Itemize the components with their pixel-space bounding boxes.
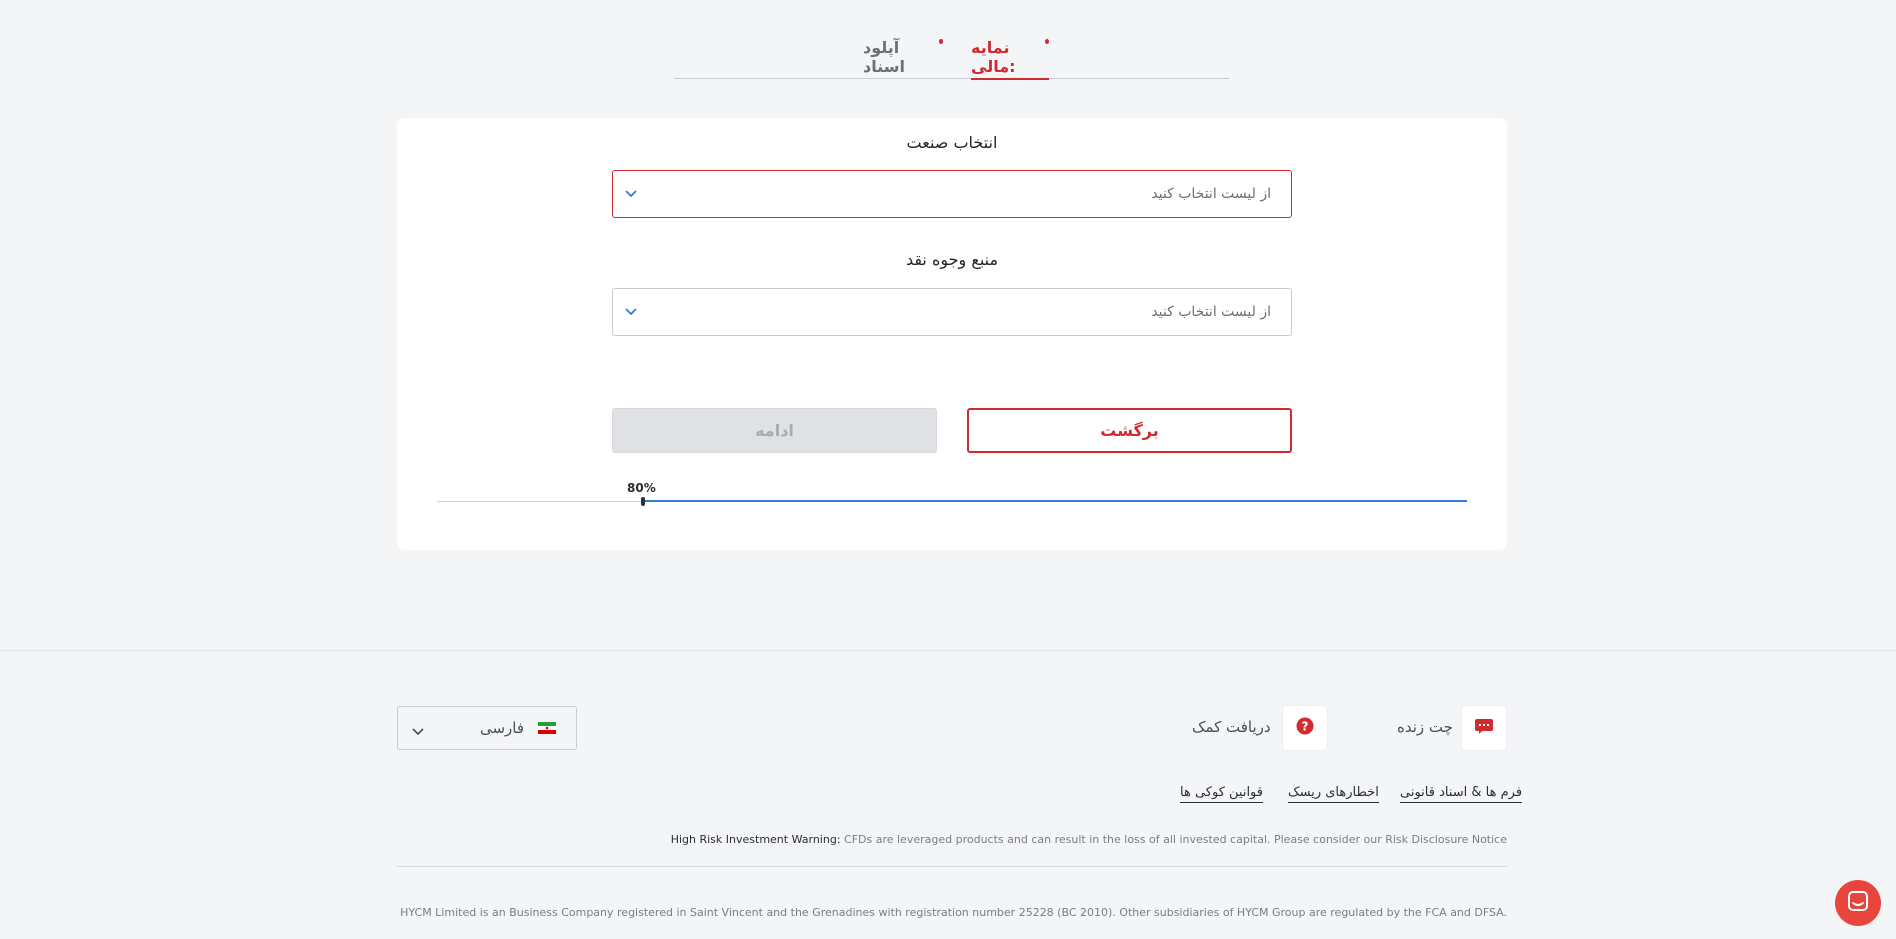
back-button[interactable]: برگشت [967,408,1292,453]
risk-warning-text: High Risk Investment Warning: CFDs are l… [671,833,1507,846]
progress-fill [643,500,1467,502]
tab-financial-label: نمایه مالی: [971,38,1016,76]
industry-select[interactable]: از لیست انتخاب کنید [612,170,1292,218]
svg-text:?: ? [1302,720,1309,734]
funds-source-label: منبع وجوه نقد [905,250,999,269]
company-disclosure-text: HYCM Limited is an Business Company regi… [400,906,1507,919]
chevron-down-icon [623,186,639,202]
live-chat-icon-button[interactable] [1462,706,1506,750]
form-card: انتخاب صنعت از لیست انتخاب کنید منبع وجو… [397,118,1507,550]
tab-upload-documents[interactable]: آپلود اسناد [863,38,943,78]
required-dot-icon [938,39,943,44]
chat-icon [1474,718,1494,738]
risk-warning-body: CFDs are leveraged products and can resu… [840,833,1507,846]
footer-divider-2 [397,866,1507,867]
language-select[interactable]: فارسی [397,706,577,750]
get-help-label[interactable]: دریافت کمک [1192,718,1271,736]
funds-source-select-value: از لیست انتخاب کنید [1151,304,1271,320]
messenger-launcher-button[interactable] [1835,880,1881,926]
tab-upload-label: آپلود اسناد [863,38,905,76]
industry-select-value: از لیست انتخاب کنید [1151,186,1271,202]
iran-flag-icon [538,719,556,738]
get-help-icon-button[interactable]: ? [1283,706,1327,750]
chevron-down-icon [412,721,424,740]
messenger-icon [1847,890,1869,916]
required-dot-icon [1044,39,1049,44]
help-icon: ? [1296,717,1314,739]
language-label: فارسی [479,719,524,737]
continue-button[interactable]: ادامه [612,408,937,453]
chevron-down-icon [623,304,639,320]
progress-label: 80% [627,481,656,495]
funds-source-select[interactable]: از لیست انتخاب کنید [612,288,1292,336]
tab-financial-profile[interactable]: نمایه مالی: [971,38,1049,80]
legal-documents-link[interactable]: فرم ها & اسناد قانونی [1400,785,1523,803]
industry-label: انتخاب صنعت [906,133,998,152]
risk-warning-title: High Risk Investment Warning: [670,833,841,846]
live-chat-label[interactable]: چت زنده [1397,718,1453,736]
risk-warnings-link[interactable]: اخطارهای ریسک [1288,785,1379,803]
step-tabs: نمایه مالی: آپلود اسناد [674,30,1229,80]
progress-bar: 80% [437,481,1467,511]
progress-knob [641,497,645,506]
cookie-policy-link[interactable]: قوانین کوکی ها [1180,785,1263,803]
footer-divider [0,650,1896,651]
